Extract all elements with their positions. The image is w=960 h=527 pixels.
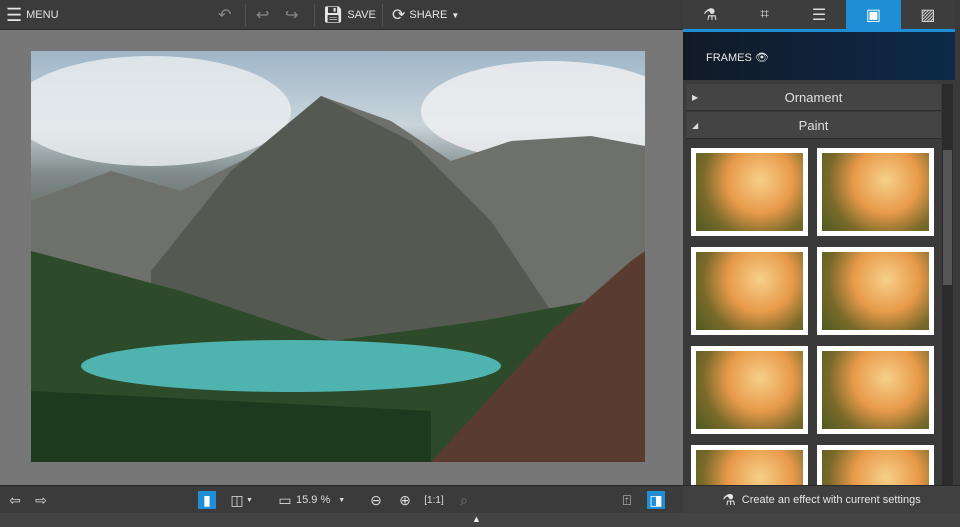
frames-header: FRAMES 👁︎ xyxy=(683,32,955,80)
zoom-in-icon: ⊕ xyxy=(399,491,411,508)
zoom-dropdown[interactable]: ▭ 15.9 % ▼ xyxy=(276,490,345,510)
share-button[interactable]: ⟳ SHARE ▼ xyxy=(392,0,459,30)
share-icon: ⟳ xyxy=(392,7,406,24)
texture-icon: ▨ xyxy=(920,6,936,24)
hamburger-icon: ☰ xyxy=(6,4,23,25)
arrow-right-icon: ⇨ xyxy=(35,491,47,508)
chevron-down-icon: ▼ xyxy=(451,10,460,20)
prev-image-button[interactable]: ⇦ xyxy=(6,490,24,510)
zoom-in-button[interactable]: ⊕ xyxy=(396,490,414,510)
filmstrip-toggle-bar[interactable]: ▲ xyxy=(0,513,960,527)
tab-adjust[interactable]: ☰ xyxy=(792,0,846,29)
sliders-icon: ☰ xyxy=(811,6,827,24)
expand-arrow-icon: ▶ xyxy=(692,93,699,102)
toggle-panel-button[interactable]: ◨ xyxy=(647,490,665,510)
category-label: Paint xyxy=(798,118,829,133)
tab-frames[interactable]: ▣ xyxy=(846,0,901,29)
undo-all-button[interactable]: ↶ xyxy=(218,0,231,30)
tab-effects[interactable]: ⚗ xyxy=(683,0,737,29)
actual-size-button[interactable]: [1:1] xyxy=(424,490,444,510)
zoom-value: 15.9 % xyxy=(296,494,331,506)
redo-button[interactable]: ↪ xyxy=(285,0,298,30)
single-view-button[interactable]: ▮ xyxy=(198,490,216,510)
frame-thumbnail[interactable] xyxy=(691,247,808,335)
bottom-toolbar: ⇦ ⇨ ▮ ◫ ▼ ▭ 15.9 % ▼ ⊖ ⊕ [1:1] ⌕ ⍐ ◨ xyxy=(0,485,683,513)
next-image-button[interactable]: ⇨ xyxy=(32,490,50,510)
filmstrip-icon: ⍐ xyxy=(622,491,632,508)
scrollbar-thumb[interactable] xyxy=(943,150,952,285)
zoom-out-button[interactable]: ⊖ xyxy=(367,490,385,510)
panel-icon: ◨ xyxy=(647,491,665,509)
save-button[interactable]: 💾︎ SAVE xyxy=(323,0,376,30)
flask-icon: ⚗ xyxy=(703,6,718,24)
fit-icon: ▭ xyxy=(278,491,292,508)
frame-thumbnail[interactable] xyxy=(691,346,808,434)
frame-thumbnail[interactable] xyxy=(817,346,934,434)
arrow-left-icon: ⇦ xyxy=(9,491,21,508)
tab-crop[interactable]: ⌗ xyxy=(737,0,791,29)
undo-button[interactable]: ↩ xyxy=(256,0,269,30)
undo-all-icon: ↶ xyxy=(218,7,232,24)
zoom-out-icon: ⊖ xyxy=(370,491,382,508)
frame-thumbnail[interactable] xyxy=(817,148,934,236)
create-effect-button[interactable]: ⚗ Create an effect with current settings xyxy=(683,485,960,513)
share-label: SHARE xyxy=(409,9,448,21)
mountain-landscape-image xyxy=(31,56,645,462)
undo-icon: ↩ xyxy=(256,7,270,24)
frame-thumbnail[interactable] xyxy=(817,445,934,485)
frames-icon: ▣ xyxy=(865,6,881,24)
compare-view-button[interactable]: ◫ ▼ xyxy=(228,490,253,510)
panel-tabs: ⚗ ⌗ ☰ ▣ ▨ xyxy=(683,0,955,32)
photo-preview[interactable] xyxy=(31,51,645,462)
eye-icon[interactable]: 👁︎ xyxy=(755,52,769,64)
section-title: FRAMES xyxy=(706,52,752,64)
chevron-up-icon: ▲ xyxy=(472,514,481,524)
flask-plus-icon: ⚗ xyxy=(722,491,736,509)
create-effect-label: Create an effect with current settings xyxy=(741,493,921,506)
zoom-fit-button[interactable]: ⌕ xyxy=(455,490,473,510)
zoom-fit-icon: ⌕ xyxy=(460,491,468,508)
frame-thumbnail[interactable] xyxy=(817,247,934,335)
category-paint[interactable]: ◢ Paint xyxy=(686,112,941,139)
collapse-arrow-icon: ◢ xyxy=(692,121,699,130)
category-label: Ornament xyxy=(784,90,843,105)
crop-icon: ⌗ xyxy=(760,5,770,23)
frame-thumbnail[interactable] xyxy=(691,445,808,485)
save-label: SAVE xyxy=(347,9,376,21)
top-toolbar: ☰ MENU ↶ ↩ ↪ 💾︎ SAVE ⟳ SHARE ▼ xyxy=(0,0,683,30)
tab-textures[interactable]: ▨ xyxy=(901,0,955,29)
save-icon: 💾︎ xyxy=(323,7,344,24)
frame-thumbnail[interactable] xyxy=(691,148,808,236)
menu-button[interactable]: ☰ MENU xyxy=(6,0,59,30)
category-ornament[interactable]: ▶ Ornament xyxy=(686,84,941,111)
redo-icon: ↪ xyxy=(285,7,299,24)
menu-label: MENU xyxy=(26,9,59,21)
single-view-icon: ▮ xyxy=(198,491,216,509)
actual-size-icon: [1:1] xyxy=(424,494,444,506)
compare-view-icon: ◫ xyxy=(230,491,244,508)
toggle-filmstrip-button[interactable]: ⍐ xyxy=(618,490,636,510)
frame-thumbnails xyxy=(686,142,941,485)
